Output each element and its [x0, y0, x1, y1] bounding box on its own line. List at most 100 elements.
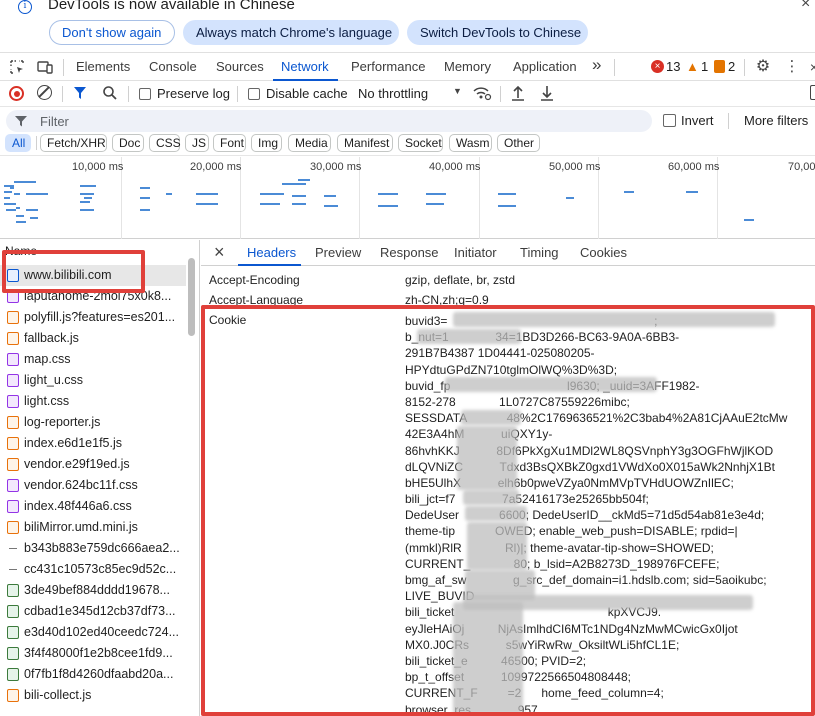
dont-show-again-button[interactable]: Don't show again: [49, 20, 175, 45]
timeline-label: 20,000 ms: [190, 161, 242, 173]
tab-headers[interactable]: Headers: [247, 245, 296, 260]
tab-timing[interactable]: Timing: [520, 245, 559, 260]
tab-memory[interactable]: Memory: [444, 59, 491, 74]
device-toolbar-icon[interactable]: [36, 58, 54, 76]
request-row[interactable]: map.css: [0, 349, 186, 370]
warning-count[interactable]: 1: [701, 59, 708, 74]
timeline-request-bar: [6, 209, 16, 211]
chip-css[interactable]: CSS: [149, 134, 181, 152]
filter-row: Filter Invert More filters: [0, 108, 815, 134]
chip-other[interactable]: Other: [497, 134, 540, 152]
request-row[interactable]: biliMirror.umd.mini.js: [0, 517, 186, 538]
timeline-request-bar: [22, 181, 36, 183]
chip-fetch-xhr[interactable]: Fetch/XHR: [40, 134, 107, 152]
css-file-icon: [7, 479, 19, 492]
network-overview-timeline[interactable]: 10,000 ms 20,000 ms 30,000 ms 40,000 ms …: [0, 157, 815, 239]
disable-cache-label: Disable cache: [266, 86, 348, 101]
chip-doc[interactable]: Doc: [112, 134, 144, 152]
close-icon[interactable]: ×: [801, 0, 810, 13]
request-row[interactable]: log-reporter.js: [0, 412, 186, 433]
chip-font[interactable]: Font: [213, 134, 246, 152]
request-row[interactable]: light.css: [0, 391, 186, 412]
timeline-request-bar: [140, 197, 150, 199]
network-conditions-icon[interactable]: [472, 85, 492, 104]
timeline-request-bar: [84, 197, 92, 199]
request-row[interactable]: e3d40d102ed40ceedc724...: [0, 622, 186, 643]
chevron-down-icon[interactable]: ▼: [453, 86, 462, 96]
request-row[interactable]: cc431c10573c85ec9d52c...: [0, 559, 186, 580]
chip-media[interactable]: Media: [288, 134, 331, 152]
tab-sources[interactable]: Sources: [216, 59, 264, 74]
more-filters-dropdown[interactable]: More filters: [744, 113, 808, 128]
divider: [744, 59, 745, 76]
js-file-icon: [7, 332, 19, 345]
infobar-message: DevTools is now available in Chinese: [48, 0, 295, 13]
request-row[interactable]: 3de49bef884dddd19678...: [0, 580, 186, 601]
chip-js[interactable]: JS: [185, 134, 209, 152]
divider: [237, 86, 238, 102]
import-har-icon[interactable]: [511, 84, 525, 105]
tab-elements[interactable]: Elements: [76, 59, 130, 74]
request-row[interactable]: b343b883e759dc666aea2...: [0, 538, 186, 559]
request-row[interactable]: 0f7fb1f8d4260dfaabd20a...: [0, 664, 186, 685]
record-icon[interactable]: [9, 86, 24, 101]
tab-preview[interactable]: Preview: [315, 245, 361, 260]
request-row[interactable]: vendor.624bc11f.css: [0, 475, 186, 496]
chip-wasm[interactable]: Wasm: [449, 134, 492, 152]
chip-img[interactable]: Img: [251, 134, 282, 152]
clear-icon[interactable]: [37, 85, 52, 100]
request-row[interactable]: cdbad1e345d12cb37df73...: [0, 601, 186, 622]
tab-application[interactable]: Application: [513, 59, 577, 74]
divider: [62, 86, 63, 102]
close-icon[interactable]: ×: [214, 242, 225, 263]
timeline-request-bar: [30, 217, 38, 219]
chip-manifest[interactable]: Manifest: [337, 134, 393, 152]
preserve-log-label: Preserve log: [157, 86, 230, 101]
request-row[interactable]: index.48f446a6.css: [0, 496, 186, 517]
request-row[interactable]: 3f4f48000f1e2b8cee1fd9...: [0, 643, 186, 664]
request-row[interactable]: bili-collect.js: [0, 685, 186, 706]
preserve-log-checkbox[interactable]: [139, 88, 151, 100]
tab-performance[interactable]: Performance: [351, 59, 425, 74]
timeline-request-bar: [80, 193, 94, 195]
tab-initiator[interactable]: Initiator: [454, 245, 497, 260]
more-tabs-icon[interactable]: »: [592, 55, 601, 75]
issues-count[interactable]: 2: [728, 59, 735, 74]
disable-cache-checkbox[interactable]: [248, 88, 260, 100]
inspect-element-icon[interactable]: [8, 58, 26, 76]
more-options-icon[interactable]: ⋮: [783, 58, 801, 76]
timeline-request-bar: [378, 205, 398, 207]
active-tab-indicator: [238, 264, 301, 266]
request-row[interactable]: polyfill.js?features=es201...: [0, 307, 186, 328]
css-file-icon: [7, 353, 19, 366]
issues-icon: [714, 60, 725, 73]
close-devtools-icon[interactable]: ×: [805, 58, 815, 76]
switch-to-chinese-button[interactable]: Switch DevTools to Chinese: [407, 20, 588, 45]
request-row[interactable]: index.e6d1e1f5.js: [0, 433, 186, 454]
timeline-request-bar: [426, 193, 446, 195]
scrollbar-thumb[interactable]: [188, 258, 195, 336]
export-har-icon[interactable]: [540, 84, 554, 105]
request-row[interactable]: vendor.e29f19ed.js: [0, 454, 186, 475]
language-infobar: i DevTools is now available in Chinese ×…: [0, 0, 815, 48]
filter-funnel-icon[interactable]: [73, 85, 87, 104]
tab-response[interactable]: Response: [380, 245, 439, 260]
chip-all[interactable]: All: [5, 134, 31, 152]
request-name: cdbad1e345d12cb37df73...: [24, 604, 176, 618]
settings-gear-icon[interactable]: ⚙: [754, 58, 772, 76]
filter-input[interactable]: Filter: [6, 110, 652, 132]
request-row[interactable]: fallback.js: [0, 328, 186, 349]
network-settings-icon[interactable]: [810, 85, 815, 100]
tab-cookies[interactable]: Cookies: [580, 245, 627, 260]
resource-file-icon: [7, 563, 19, 576]
chip-socket[interactable]: Socket: [398, 134, 443, 152]
always-match-language-button[interactable]: Always match Chrome's language: [183, 20, 399, 45]
error-count[interactable]: 13: [666, 59, 680, 74]
throttling-select[interactable]: No throttling: [358, 86, 428, 101]
invert-checkbox[interactable]: [663, 114, 676, 127]
search-icon[interactable]: [102, 85, 118, 104]
tab-network[interactable]: Network: [281, 59, 329, 74]
request-row[interactable]: light_u.css: [0, 370, 186, 391]
request-name: bili-collect.js: [24, 688, 92, 702]
tab-console[interactable]: Console: [149, 59, 197, 74]
